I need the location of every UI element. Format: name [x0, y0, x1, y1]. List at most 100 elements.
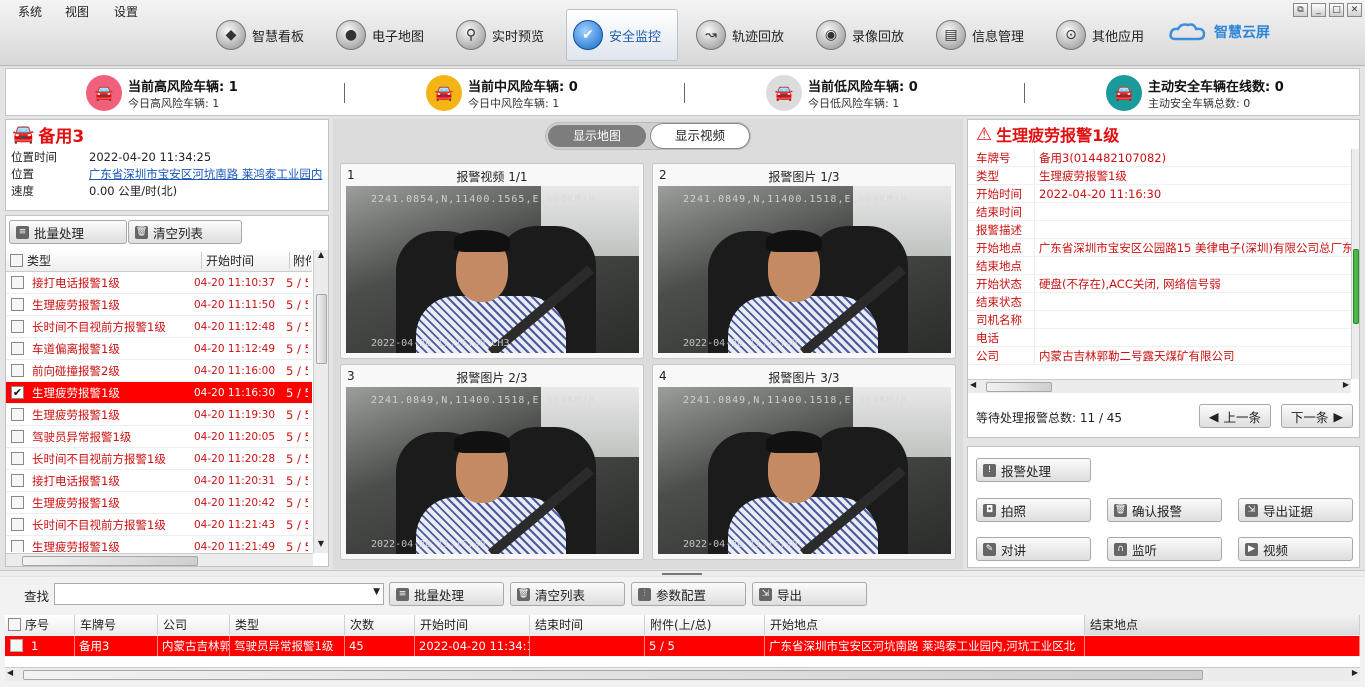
list-item[interactable]: 生理疲劳报警1级 04-20 11:11:50 5 / 5 [6, 294, 312, 316]
location-link[interactable]: 广东省深圳市宝安区河坑南路 莱鸿泰工业园内 [89, 166, 328, 182]
select-all-checkbox[interactable] [10, 254, 23, 267]
param-config-button[interactable]: ⫶ 参数配置 [631, 582, 746, 606]
car-icon: 🚘 [86, 75, 122, 111]
car-icon: 🚘 [12, 123, 35, 145]
row-checkbox[interactable] [11, 320, 24, 333]
grip-icon[interactable] [662, 573, 702, 575]
nav-map[interactable]: ● 电子地图 [330, 12, 438, 58]
list-item[interactable]: 接打电话报警1级 04-20 11:20:31 5 / 5 [6, 470, 312, 492]
list-item[interactable]: 生理疲劳报警1级 04-20 11:20:42 5 / 5 [6, 492, 312, 514]
nav-info-management[interactable]: ▤ 信息管理 [930, 12, 1038, 58]
cabin-camera-image[interactable]: 2241.0854,N,11400.1565,E,008KM/H 2022-04-… [346, 186, 639, 353]
menu-view[interactable]: 视图 [65, 3, 89, 20]
alarm-handle-button[interactable]: ! 报警处理 [976, 458, 1091, 482]
vertical-scrollbar[interactable]: ▲ ▼ [313, 250, 328, 553]
batch-process-button[interactable]: ≡ 批量处理 [9, 220, 127, 244]
alarm-image-card[interactable]: 4 报警图片 3/3 2241.0849,N,11400.1518,E,004KM/… [652, 364, 956, 560]
clear-list-button[interactable]: 🗑 清空列表 [510, 582, 625, 606]
list-item[interactable]: 生理疲劳报警1级 04-20 11:19:30 5 / 5 [6, 404, 312, 426]
alarm-image-card[interactable]: 3 报警图片 2/3 2241.0849,N,11400.1518,E,004KM/… [340, 364, 644, 560]
restore-icon[interactable]: ⧉ [1293, 3, 1308, 17]
row-checkbox[interactable] [11, 342, 24, 355]
row-checkbox[interactable] [11, 298, 24, 311]
nav-track-playback[interactable]: ↝ 轨迹回放 [690, 12, 798, 58]
search-input[interactable]: ▼ [54, 583, 384, 605]
export-evidence-button[interactable]: ⇲ 导出证据 [1238, 498, 1353, 522]
scroll-left-icon[interactable]: ◀ [7, 668, 13, 677]
export-button[interactable]: ⇲ 导出 [752, 582, 867, 606]
list-item[interactable]: 长时间不目视前方报警1级 04-20 11:21:43 5 / 5 [6, 514, 312, 536]
next-button[interactable]: 下一条 ▶ [1281, 404, 1353, 428]
chevron-down-icon[interactable]: ▼ [373, 587, 380, 597]
confirm-alarm-button[interactable]: 🗑 确认报警 [1107, 498, 1222, 522]
alarm-image-card[interactable]: 2 报警图片 1/3 2241.0849,N,11400.1518,E,004KM/… [652, 163, 956, 359]
scroll-left-icon[interactable]: ◀ [970, 380, 976, 389]
row-checkbox[interactable] [11, 364, 24, 377]
splitter[interactable] [0, 570, 1365, 576]
nav-other-apps[interactable]: ⊙ 其他应用 [1050, 12, 1158, 58]
nav-live-preview[interactable]: ⚲ 实时预览 [450, 12, 558, 58]
menu-system[interactable]: 系统 [18, 3, 42, 20]
row-checkbox[interactable] [11, 276, 24, 289]
scroll-thumb[interactable] [22, 556, 198, 566]
prev-button[interactable]: ◀ 上一条 [1199, 404, 1271, 428]
list-item[interactable]: 生理疲劳报警1级 04-20 11:21:49 5 / 5 [6, 536, 312, 552]
listen-button[interactable]: ∩ 监听 [1107, 537, 1222, 561]
row-checkbox[interactable] [11, 474, 24, 487]
scroll-thumb[interactable] [23, 670, 1203, 680]
table-row[interactable]: 1 备用3 内蒙古吉林郭 驾驶员异常报警1级 45 2022-04-20 11:… [5, 636, 1360, 656]
nav-video-playback[interactable]: ◉ 录像回放 [810, 12, 918, 58]
gps-overlay: 2241.0849,N,11400.1518,E,004KM/H [683, 395, 908, 406]
list-item[interactable]: ✔ 生理疲劳报警1级 04-20 11:16:30 5 / 5 [6, 382, 312, 404]
row-checkbox[interactable] [10, 639, 23, 652]
cabin-camera-image[interactable]: 2241.0849,N,11400.1518,E,004KM/H 2022-04-… [658, 186, 951, 353]
list-item[interactable]: 长时间不目视前方报警1级 04-20 11:20:28 5 / 5 [6, 448, 312, 470]
scroll-right-icon[interactable]: ▶ [1352, 668, 1358, 677]
scroll-up-icon[interactable]: ▲ [314, 250, 328, 264]
list-item[interactable]: 驾驶员异常报警1级 04-20 11:20:05 5 / 5 [6, 426, 312, 448]
vertical-scrollbar[interactable] [1351, 149, 1359, 379]
close-icon[interactable]: ✕ [1347, 3, 1362, 17]
take-photo-button[interactable]: ◘ 拍照 [976, 498, 1091, 522]
maximize-icon[interactable]: □ [1329, 3, 1344, 17]
list-item[interactable]: 前向碰撞报警2级 04-20 11:16:00 5 / 5 [6, 360, 312, 382]
scroll-thumb[interactable] [316, 294, 327, 364]
list-item[interactable]: 接打电话报警1级 04-20 11:10:37 5 / 5 [6, 272, 312, 294]
clear-list-button[interactable]: 🗑 清空列表 [128, 220, 242, 244]
row-checkbox[interactable] [11, 496, 24, 509]
horizontal-scrollbar[interactable] [6, 553, 313, 566]
alarm-time: 04-20 11:10:37 [194, 276, 276, 289]
route-icon: ↝ [696, 20, 726, 50]
list-item[interactable]: 车道偏离报警1级 04-20 11:12:49 5 / 5 [6, 338, 312, 360]
row-checkbox[interactable] [11, 408, 24, 421]
stat-high-risk: 🚘 当前高风险车辆: 1 今日高风险车辆: 1 [86, 75, 238, 111]
menu-settings[interactable]: 设置 [114, 3, 138, 20]
detail-row: 报警描述 [968, 221, 1352, 239]
cabin-camera-image[interactable]: 2241.0849,N,11400.1518,E,004KM/H 2022-04-… [658, 387, 951, 554]
select-all-checkbox[interactable] [8, 618, 21, 631]
detail-row: 类型 生理疲劳报警1级 [968, 167, 1352, 185]
alarm-attachments: 5 / 5 [286, 451, 308, 466]
intercom-button[interactable]: ✎ 对讲 [976, 537, 1091, 561]
show-map-button[interactable]: 显示地图 [548, 125, 646, 147]
horizontal-scrollbar[interactable]: ◀ ▶ [5, 667, 1360, 681]
list-item[interactable]: 长时间不目视前方报警1级 04-20 11:12:48 5 / 5 [6, 316, 312, 338]
scroll-right-icon[interactable]: ▶ [1343, 380, 1349, 389]
row-checkbox[interactable] [11, 430, 24, 443]
scroll-thumb[interactable] [986, 382, 1052, 392]
video-button[interactable]: ▶ 视频 [1238, 537, 1353, 561]
horizontal-scrollbar[interactable]: ◀ ▶ [968, 379, 1351, 393]
nav-dashboard[interactable]: ◆ 智慧看板 [210, 12, 318, 58]
row-checkbox[interactable] [11, 518, 24, 531]
row-checkbox[interactable] [11, 452, 24, 465]
row-checkbox[interactable]: ✔ [11, 386, 24, 399]
row-checkbox[interactable] [11, 540, 24, 552]
batch-process-button[interactable]: ≡ 批量处理 [389, 582, 504, 606]
nav-safety-monitor[interactable]: ✔ 安全监控 [566, 9, 678, 61]
minimize-icon[interactable]: _ [1311, 3, 1326, 17]
cabin-camera-image[interactable]: 2241.0849,N,11400.1518,E,004KM/H 2022-04-… [346, 387, 639, 554]
scroll-thumb[interactable] [1353, 249, 1359, 324]
alarm-video-card[interactable]: 1 报警视频 1/1 2241.0854,N,11400.1565,E,008KM/… [340, 163, 644, 359]
scroll-down-icon[interactable]: ▼ [314, 539, 328, 553]
show-video-button[interactable]: 显示视频 [650, 123, 750, 149]
